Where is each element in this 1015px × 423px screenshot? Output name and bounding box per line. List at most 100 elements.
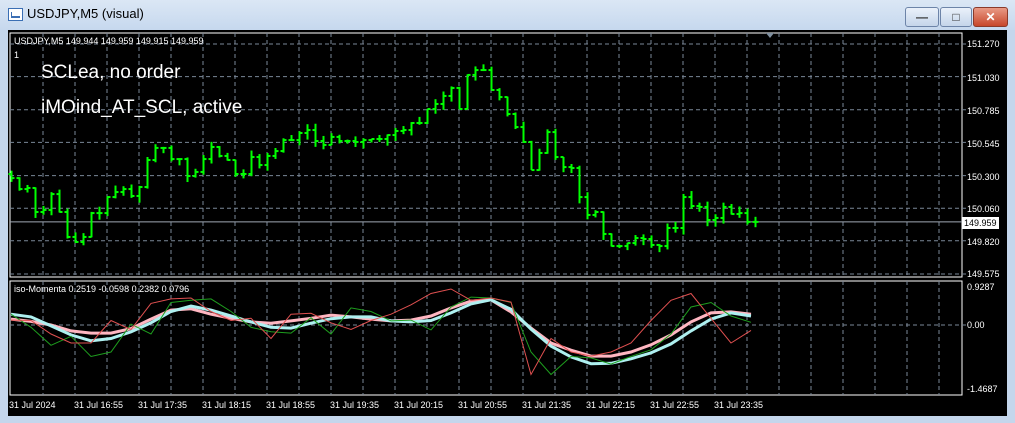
indicator-line-green xyxy=(10,296,752,376)
price-bar xyxy=(720,202,727,224)
price-bar xyxy=(112,185,119,199)
price-bar xyxy=(672,221,679,233)
price-bar xyxy=(552,128,559,160)
price-bar xyxy=(656,243,663,253)
price-bar xyxy=(696,202,703,212)
price-bar xyxy=(432,99,439,114)
time-label: 31 Jul 17:35 xyxy=(138,400,188,410)
price-tick: 150.300 xyxy=(967,172,1000,182)
price-bar xyxy=(200,154,207,175)
price-bar xyxy=(480,64,487,72)
price-bar xyxy=(568,164,575,174)
price-bar xyxy=(440,91,447,110)
price-bar xyxy=(680,193,687,235)
price-bar xyxy=(448,86,455,102)
time-label: 31 Jul 16:55 xyxy=(74,400,124,410)
price-bar xyxy=(40,205,47,215)
price-tick: 151.030 xyxy=(967,73,1000,83)
time-label: 31 Jul 21:35 xyxy=(522,400,572,410)
price-tick: 150.060 xyxy=(967,204,1000,214)
price-bar xyxy=(688,191,695,209)
price-bar xyxy=(264,152,271,171)
comment-ea-status: SCLea, no order xyxy=(41,62,181,83)
price-bar xyxy=(504,96,511,117)
price-tick: 151.270 xyxy=(967,39,1000,49)
comment-indicator-status: iMOind_AT_SCL, active xyxy=(41,97,243,118)
price-bar xyxy=(88,211,95,238)
price-bar xyxy=(56,189,63,213)
price-bar xyxy=(192,168,199,178)
price-bar xyxy=(712,214,719,227)
price-bar xyxy=(120,186,127,196)
price-tick: 149.575 xyxy=(967,269,1000,279)
price-bar xyxy=(560,156,567,173)
price-bar xyxy=(640,234,647,246)
price-bar xyxy=(408,121,415,136)
price-bar xyxy=(728,203,735,216)
price-bar xyxy=(128,184,135,198)
price-bar xyxy=(416,116,423,125)
price-bar xyxy=(536,148,543,172)
price-bar xyxy=(104,196,111,217)
price-bar xyxy=(288,135,295,142)
time-label: 31 Jul 20:15 xyxy=(394,400,444,410)
indicator-tick: 0.9287 xyxy=(967,282,995,292)
price-bar xyxy=(48,192,55,216)
price-bar xyxy=(528,140,535,172)
price-bar xyxy=(392,127,399,141)
indicator-tick: -1.4687 xyxy=(967,384,998,394)
price-bar xyxy=(424,107,431,125)
price-bar xyxy=(136,185,143,203)
price-bar xyxy=(576,165,583,204)
price-bar xyxy=(160,146,167,154)
price-bar xyxy=(400,126,407,135)
price-bar xyxy=(80,233,87,246)
time-label: 31 Jul 23:35 xyxy=(714,400,764,410)
price-bar xyxy=(600,210,607,240)
price-tick: 149.820 xyxy=(967,237,1000,247)
price-bar xyxy=(64,208,71,239)
price-bar xyxy=(456,86,463,110)
price-bar xyxy=(72,232,79,244)
price-bar xyxy=(280,138,287,153)
price-bar xyxy=(384,134,391,146)
price-bar xyxy=(144,156,151,189)
price-bar xyxy=(352,136,359,147)
time-label: 31 Jul 20:55 xyxy=(458,400,508,410)
time-label: 31 Jul 18:55 xyxy=(266,400,316,410)
price-bar xyxy=(208,141,215,164)
price-bar xyxy=(520,121,527,143)
price-bar xyxy=(472,66,479,81)
price-bar xyxy=(624,242,631,251)
price-bar xyxy=(664,223,671,250)
price-bar xyxy=(312,123,319,147)
price-bar xyxy=(464,73,471,110)
price-bar xyxy=(24,184,31,193)
time-label: 31 Jul 22:15 xyxy=(586,400,636,410)
chart-info: USDJPY,M5 149.944 149.959 149.915 149.95… xyxy=(14,36,204,46)
price-bar xyxy=(184,157,191,183)
price-bar xyxy=(616,244,623,249)
price-bar xyxy=(8,170,15,182)
time-label: 31 Jul 22:55 xyxy=(650,400,700,410)
price-bar xyxy=(592,210,599,218)
price-bar xyxy=(296,131,303,146)
price-bar xyxy=(704,201,711,227)
price-bar xyxy=(488,66,495,91)
price-bar xyxy=(224,152,231,162)
price-bar xyxy=(584,192,591,220)
price-bar xyxy=(248,150,255,177)
current-price-label: 149.959 xyxy=(962,217,999,229)
price-bar xyxy=(256,154,263,169)
indicator-tick: 0.00 xyxy=(967,320,985,330)
price-tick: 150.545 xyxy=(967,139,1000,149)
price-bar xyxy=(328,133,335,146)
price-bar xyxy=(168,145,175,162)
price-bar xyxy=(544,129,551,154)
price-bar xyxy=(32,186,39,218)
time-label: 31 Jul 2024 xyxy=(9,400,56,410)
chart-shift-marker-icon xyxy=(766,33,774,38)
price-bar xyxy=(216,145,223,158)
price-bar xyxy=(344,139,351,144)
price-bar xyxy=(496,88,503,101)
